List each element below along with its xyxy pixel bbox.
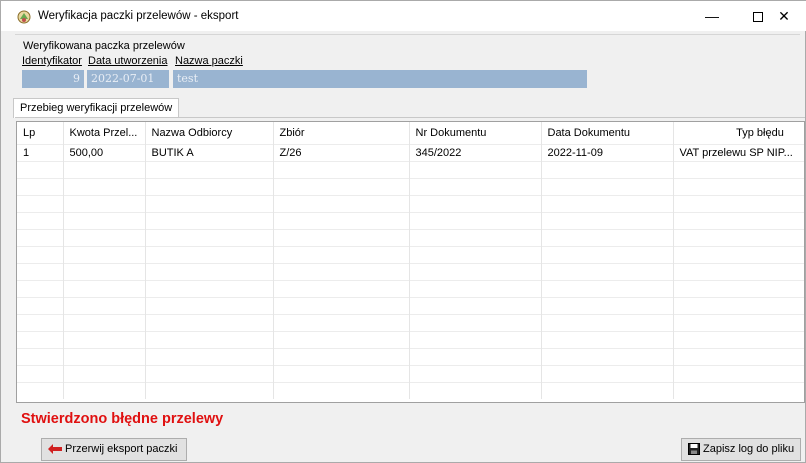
- abort-export-button[interactable]: Przerwij eksport paczki: [41, 438, 187, 461]
- empty-row: [17, 262, 804, 280]
- export-verification-window: Weryfikacja paczki przelewów - eksport —…: [0, 0, 806, 463]
- column-header[interactable]: Zbiór: [273, 122, 410, 144]
- floppy-disk-icon: [688, 443, 700, 456]
- save-log-button[interactable]: Zapisz log do pliku: [681, 438, 801, 461]
- close-button[interactable]: ✕: [761, 1, 806, 31]
- verification-grid[interactable]: Lp Kwota Przel... Nazwa Odbiorcy Zbiór N…: [16, 121, 805, 403]
- empty-row: [17, 228, 804, 246]
- name-label: Nazwa paczki: [175, 55, 243, 67]
- tab-verification-progress[interactable]: Przebieg weryfikacji przelewów: [13, 98, 180, 118]
- date-field: 2022-07-01: [87, 70, 169, 88]
- cell-set: Z/26: [273, 143, 410, 161]
- empty-row: [17, 330, 804, 348]
- empty-row: [17, 313, 804, 331]
- empty-row: [17, 347, 804, 365]
- window-title: Weryfikacja paczki przelewów - eksport: [38, 10, 239, 22]
- column-header[interactable]: Data Dokumentu: [541, 122, 674, 144]
- cell-doc-date: 2022-11-09: [541, 143, 674, 161]
- arrow-left-icon: [48, 444, 62, 455]
- cell-amount: 500,00: [63, 143, 146, 161]
- batch-group-legend: Weryfikowana paczka przelewów: [21, 40, 187, 52]
- id-field: 9: [22, 70, 84, 88]
- column-header[interactable]: Lp: [17, 122, 64, 144]
- minimize-button[interactable]: —: [689, 1, 735, 31]
- title-bar: Weryfikacja paczki przelewów - eksport —…: [1, 1, 806, 31]
- empty-row: [17, 364, 804, 382]
- save-log-label: Zapisz log do pliku: [703, 443, 795, 455]
- empty-row: [17, 160, 804, 178]
- name-field: test: [173, 70, 587, 88]
- cell-error-type: VAT przelewu SP NIP...: [673, 143, 804, 161]
- empty-row: [17, 211, 804, 229]
- verification-status-message: Stwierdzono błędne przelewy: [21, 411, 224, 427]
- id-label: Identyfikator: [22, 55, 82, 67]
- column-header[interactable]: Nazwa Odbiorcy: [145, 122, 274, 144]
- column-header[interactable]: Nr Dokumentu: [409, 122, 542, 144]
- empty-row: [17, 194, 804, 212]
- date-label: Data utworzenia: [88, 55, 168, 67]
- column-header[interactable]: Typ błędu: [673, 122, 804, 144]
- abort-export-label: Przerwij eksport paczki: [65, 443, 178, 455]
- table-row[interactable]: 1 500,00 BUTIK A Z/26 345/2022 2022-11-0…: [17, 143, 804, 161]
- cell-doc-number: 345/2022: [409, 143, 542, 161]
- empty-row: [17, 381, 804, 399]
- cell-lp: 1: [17, 143, 64, 161]
- app-icon: [17, 10, 31, 24]
- empty-row: [17, 177, 804, 195]
- grid-header-row: Lp Kwota Przel... Nazwa Odbiorcy Zbiór N…: [17, 122, 804, 144]
- empty-row: [17, 245, 804, 263]
- column-header[interactable]: Kwota Przel...: [63, 122, 146, 144]
- tab-divider: [15, 117, 805, 118]
- empty-row: [17, 279, 804, 297]
- cell-recipient: BUTIK A: [145, 143, 274, 161]
- empty-row: [17, 296, 804, 314]
